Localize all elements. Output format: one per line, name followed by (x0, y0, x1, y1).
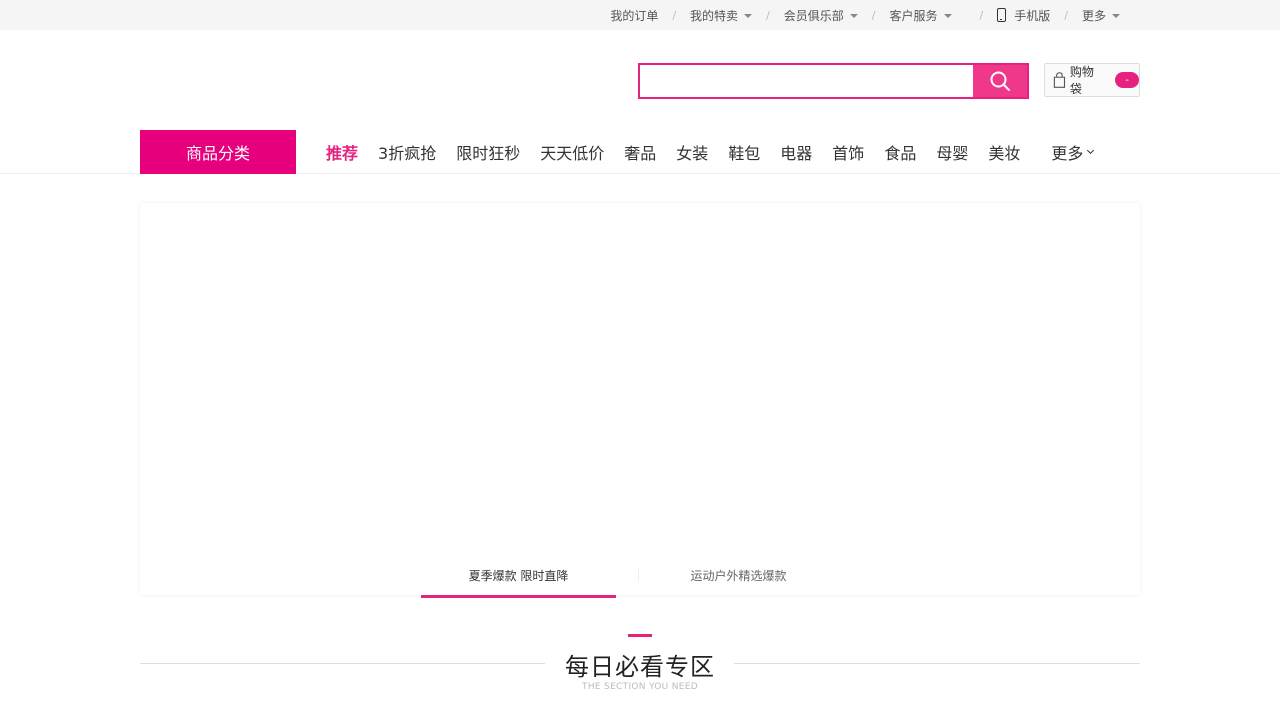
nav-item-electronics[interactable]: 电器 (780, 140, 812, 164)
top-link-label: 我的特卖 (690, 8, 739, 23)
top-link-customer-service[interactable]: 客户服务 (890, 7, 952, 24)
nav-item-daily-low-price[interactable]: 天天低价 (540, 140, 604, 164)
nav-item-30pct-off[interactable]: 3折疯抢 (378, 140, 436, 164)
section-accent-bar (628, 634, 652, 637)
cart-label: 购物袋 (1069, 65, 1094, 96)
bag-icon (1053, 72, 1066, 88)
top-utility-bar: 我的订单 / 我的特卖 / 会员俱乐部 / 客户服务 / 手机版 / 更多 (0, 0, 1280, 30)
nav-item-luxury[interactable]: 奢品 (624, 140, 656, 164)
caret-down-icon (943, 13, 952, 18)
main-nav: 商品分类 推荐 3折疯抢 限时狂秒 天天低价 奢品 女装 鞋包 电器 首饰 食品… (0, 130, 1280, 174)
search-box (638, 63, 1029, 99)
banner-tab-outdoor[interactable]: 运动户外精选爆款 (641, 555, 836, 595)
top-link-mobile[interactable]: 手机版 (997, 7, 1050, 24)
top-link-my-orders[interactable]: 我的订单 (610, 7, 658, 24)
search-icon (990, 71, 1010, 91)
separator: / (766, 8, 770, 22)
search-input[interactable] (640, 65, 973, 97)
caret-down-icon (1112, 13, 1120, 18)
caret-down-icon (849, 13, 858, 18)
hero-banner[interactable]: 夏季爆款 限时直降 运动户外精选爆款 (140, 203, 1140, 598)
separator: / (672, 8, 677, 22)
nav-item-shoes-bags[interactable]: 鞋包 (728, 140, 760, 164)
top-link-label: 我的订单 (610, 8, 659, 23)
separator: / (871, 8, 876, 22)
top-link-more[interactable]: 更多 (1082, 7, 1120, 24)
cart-count-badge: - (1115, 72, 1139, 88)
section-subtitle: THE SECTION YOU NEED (582, 682, 698, 692)
nav-item-food[interactable]: 食品 (884, 140, 916, 164)
top-link-label: 会员俱乐部 (783, 8, 844, 23)
section-header: 每日必看专区 THE SECTION YOU NEED (140, 634, 1140, 704)
top-link-member-club[interactable]: 会员俱乐部 (784, 7, 858, 24)
phone-icon (997, 8, 1007, 22)
caret-down-icon (744, 13, 753, 18)
section-divider-left (140, 663, 545, 664)
nav-item-recommend[interactable]: 推荐 (326, 140, 358, 164)
separator: / (979, 8, 984, 22)
search-button[interactable] (973, 65, 1027, 97)
banner-tabs: 夏季爆款 限时直降 运动户外精选爆款 (140, 555, 1140, 598)
top-link-my-sales[interactable]: 我的特卖 (690, 7, 753, 24)
chevron-down-icon (1087, 146, 1095, 155)
banner-tab-summer-hot[interactable]: 夏季爆款 限时直降 (421, 555, 616, 598)
category-menu-button[interactable]: 商品分类 (140, 130, 296, 174)
nav-item-womens[interactable]: 女装 (676, 140, 708, 164)
nav-item-flash-sale[interactable]: 限时狂秒 (456, 140, 520, 164)
shopping-bag-button[interactable]: 购物袋 - (1044, 63, 1140, 97)
top-link-label: 更多 (1081, 8, 1106, 23)
top-links: 我的订单 / 我的特卖 / 会员俱乐部 / 客户服务 / 手机版 / 更多 (610, 0, 1120, 30)
nav-more-label: 更多 (1051, 144, 1084, 163)
section-title: 每日必看专区 (565, 653, 715, 681)
nav-items: 推荐 3折疯抢 限时狂秒 天天低价 奢品 女装 鞋包 电器 首饰 食品 母婴 美… (326, 130, 1095, 174)
nav-item-baby[interactable]: 母婴 (936, 140, 968, 164)
section-divider-right (734, 663, 1140, 664)
separator: / (1064, 8, 1068, 22)
nav-item-beauty[interactable]: 美妆 (988, 140, 1020, 164)
tab-divider (638, 569, 639, 581)
top-link-label: 手机版 (1014, 8, 1051, 23)
nav-item-jewelry[interactable]: 首饰 (832, 140, 864, 164)
nav-more-button[interactable]: 更多 (1051, 140, 1095, 164)
top-link-label: 客户服务 (889, 8, 938, 23)
